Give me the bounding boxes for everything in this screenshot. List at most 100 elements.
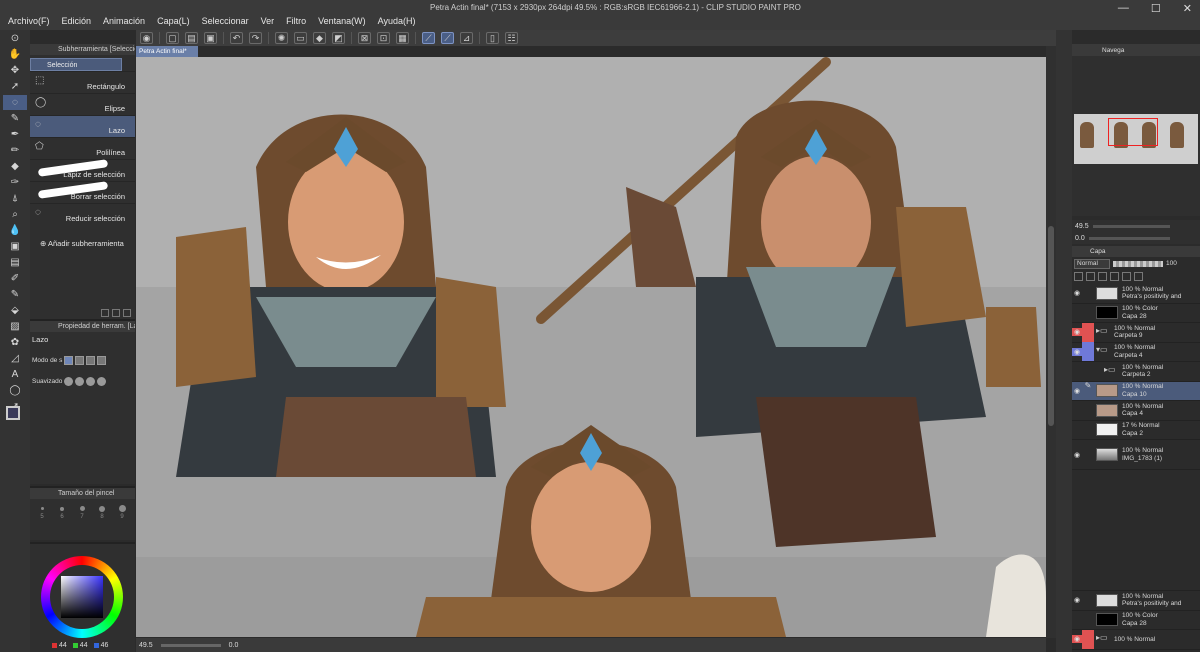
eyedropper-icon[interactable]: ✎ (3, 111, 27, 126)
hue-ring[interactable] (41, 556, 123, 638)
subtool-selection-pen[interactable]: Lápiz de selección (30, 159, 135, 181)
visibility-eye-icon[interactable]: ◉ (1072, 347, 1082, 356)
ruler-icon[interactable]: ✐ (3, 271, 27, 286)
new-file-icon[interactable]: ▢ (166, 32, 179, 44)
pen-icon[interactable]: ✒ (3, 127, 27, 142)
visibility-eye-icon[interactable]: ◉ (1072, 596, 1082, 604)
navigator-viewport-frame[interactable] (1108, 118, 1158, 146)
brush-icon[interactable]: ✑ (3, 175, 27, 190)
blend-icon[interactable]: 💧 (3, 223, 27, 238)
undo-icon[interactable]: ↶ (230, 32, 243, 44)
settings-icon[interactable]: ☷ (505, 32, 518, 44)
navigator-preview[interactable] (1074, 114, 1198, 164)
layer-row[interactable]: ◉ 100 % Normal Petra's positivity and (1072, 284, 1200, 304)
subtool-rectangle[interactable]: ⬚ Rectángulo (30, 71, 135, 93)
reference-icon[interactable] (1086, 272, 1095, 281)
new-layer-icon[interactable] (1122, 272, 1131, 281)
fill-bucket-icon[interactable]: ⬙ (3, 303, 27, 318)
menu-help[interactable]: Ayuda(H) (378, 16, 416, 26)
add-subtool-button[interactable]: ⊕ Añadir subherramienta (40, 239, 135, 248)
snap-ruler-icon[interactable]: ⟋ (422, 32, 435, 44)
menu-layer[interactable]: Capa(L) (157, 16, 190, 26)
redo-icon[interactable]: ↷ (249, 32, 262, 44)
crop-icon[interactable]: ▦ (396, 32, 409, 44)
loading-icon[interactable]: ✺ (275, 32, 288, 44)
add-icon[interactable] (101, 309, 109, 317)
maximize-button[interactable]: ☐ (1151, 2, 1161, 15)
menu-select[interactable]: Seleccionar (202, 16, 249, 26)
nav-zoom-value[interactable]: 49.5 (1075, 223, 1089, 230)
selection-tool-icon[interactable]: ◌ (3, 95, 27, 110)
visibility-eye-icon[interactable]: ◉ (1072, 635, 1082, 644)
delete-icon[interactable] (123, 309, 131, 317)
visibility-eye-icon[interactable]: ◉ (1072, 387, 1082, 395)
brush-size-option[interactable]: 6 (53, 503, 71, 520)
clear-icon[interactable]: ▭ (294, 32, 307, 44)
smoothing-option[interactable] (86, 377, 96, 386)
zoom-slider[interactable] (160, 643, 221, 647)
menu-animation[interactable]: Animación (103, 16, 145, 26)
eye-icon[interactable]: ◉ (140, 32, 153, 44)
invert-selection-icon[interactable]: ⊡ (377, 32, 390, 44)
direct-draw-icon[interactable]: ◿ (3, 351, 27, 366)
open-file-icon[interactable]: ▤ (185, 32, 198, 44)
transform-icon[interactable]: ◩ (332, 32, 345, 44)
layer-row[interactable]: ◉ ▾▭ 100 % Normal Carpeta 4 (1072, 342, 1200, 362)
color-swatch[interactable] (6, 406, 20, 420)
layer-row[interactable]: ◉ 100 % Normal IMG_1783 (1) (1072, 440, 1200, 470)
layer-row[interactable]: 17 % Normal Capa 2 (1072, 421, 1200, 440)
menu-file[interactable]: Archivo(F) (8, 16, 50, 26)
visibility-eye-icon[interactable]: ◉ (1072, 289, 1082, 297)
visibility-eye-icon[interactable]: ◉ (1072, 451, 1082, 459)
menu-edit[interactable]: Edición (62, 16, 92, 26)
eraser-icon[interactable]: ◆ (3, 159, 27, 174)
brush-size-option[interactable]: 9 (113, 503, 131, 520)
subtool-polyline[interactable]: ⬠ Polilínea (30, 137, 135, 159)
deselect-icon[interactable]: ⊠ (358, 32, 371, 44)
move-icon[interactable]: ✥ (3, 63, 27, 78)
layer-row[interactable]: 100 % Color Capa 28 (1072, 611, 1200, 630)
menu-filter[interactable]: Filtro (286, 16, 306, 26)
airbrush-icon[interactable]: ⍋ (3, 191, 27, 206)
mask-icon[interactable] (1110, 272, 1119, 281)
layer-row[interactable]: ◉ ▸▭ 100 % Normal Carpeta 9 (1072, 322, 1200, 343)
scroll-thumb[interactable] (1048, 226, 1054, 426)
layer-row[interactable]: 100 % Color Capa 28 (1072, 304, 1200, 323)
menu-view[interactable]: Ver (261, 16, 275, 26)
gradient-icon[interactable]: ▨ (3, 319, 27, 334)
vertical-scrollbar[interactable] (1046, 46, 1056, 638)
layer-row[interactable]: ◉ 100 % Normal Petra's positivity and (1072, 591, 1200, 611)
frame-icon[interactable]: ▤ (3, 255, 27, 270)
correction-icon[interactable]: ✎ (3, 287, 27, 302)
nav-zoom-slider[interactable] (1092, 224, 1170, 228)
clip-icon[interactable] (1074, 272, 1083, 281)
smoothing-option[interactable] (75, 377, 85, 386)
smoothing-option[interactable] (97, 377, 107, 386)
layer-row-selected[interactable]: ◉ ✎ 100 % Normal Capa 10 (1072, 381, 1200, 401)
nav-rotate-value[interactable]: 0.0 (1075, 235, 1085, 242)
opacity-slider[interactable] (1113, 260, 1163, 267)
subtool-lasso[interactable]: ◌ Lazo (30, 115, 135, 137)
lock-icon[interactable] (1098, 272, 1107, 281)
visibility-eye-icon[interactable]: ◉ (1072, 328, 1082, 337)
layer-row[interactable]: 100 % Normal Capa 4 (1072, 401, 1200, 421)
layer-row[interactable]: ▸▭ 100 % Normal Carpeta 2 (1072, 362, 1200, 382)
subtool-group-tab[interactable]: Selección (30, 58, 122, 71)
saturation-value-square[interactable] (61, 576, 103, 618)
nav-rotate-slider[interactable] (1088, 236, 1170, 240)
subtool-selection-eraser[interactable]: Borrar selección (30, 181, 135, 203)
search-icon[interactable]: ⌕ (3, 207, 27, 222)
operation-icon[interactable]: ➚ (3, 79, 27, 94)
balloon-icon[interactable]: ◯ (3, 383, 27, 398)
smartphone-icon[interactable]: ▯ (486, 32, 499, 44)
opacity-value[interactable]: 100 (1166, 260, 1177, 267)
brush-size-option[interactable]: 7 (73, 503, 91, 520)
mode-add-selection[interactable] (75, 356, 85, 365)
copy-icon[interactable] (112, 309, 120, 317)
brush-size-option[interactable]: 5 (33, 503, 51, 520)
brush-size-option[interactable]: 8 (93, 503, 111, 520)
minimize-button[interactable]: — (1118, 2, 1129, 15)
blend-mode-select[interactable]: Normal (1074, 258, 1110, 269)
mode-subtract-selection[interactable] (86, 356, 96, 365)
snap-grid-icon[interactable]: ⊿ (460, 32, 473, 44)
